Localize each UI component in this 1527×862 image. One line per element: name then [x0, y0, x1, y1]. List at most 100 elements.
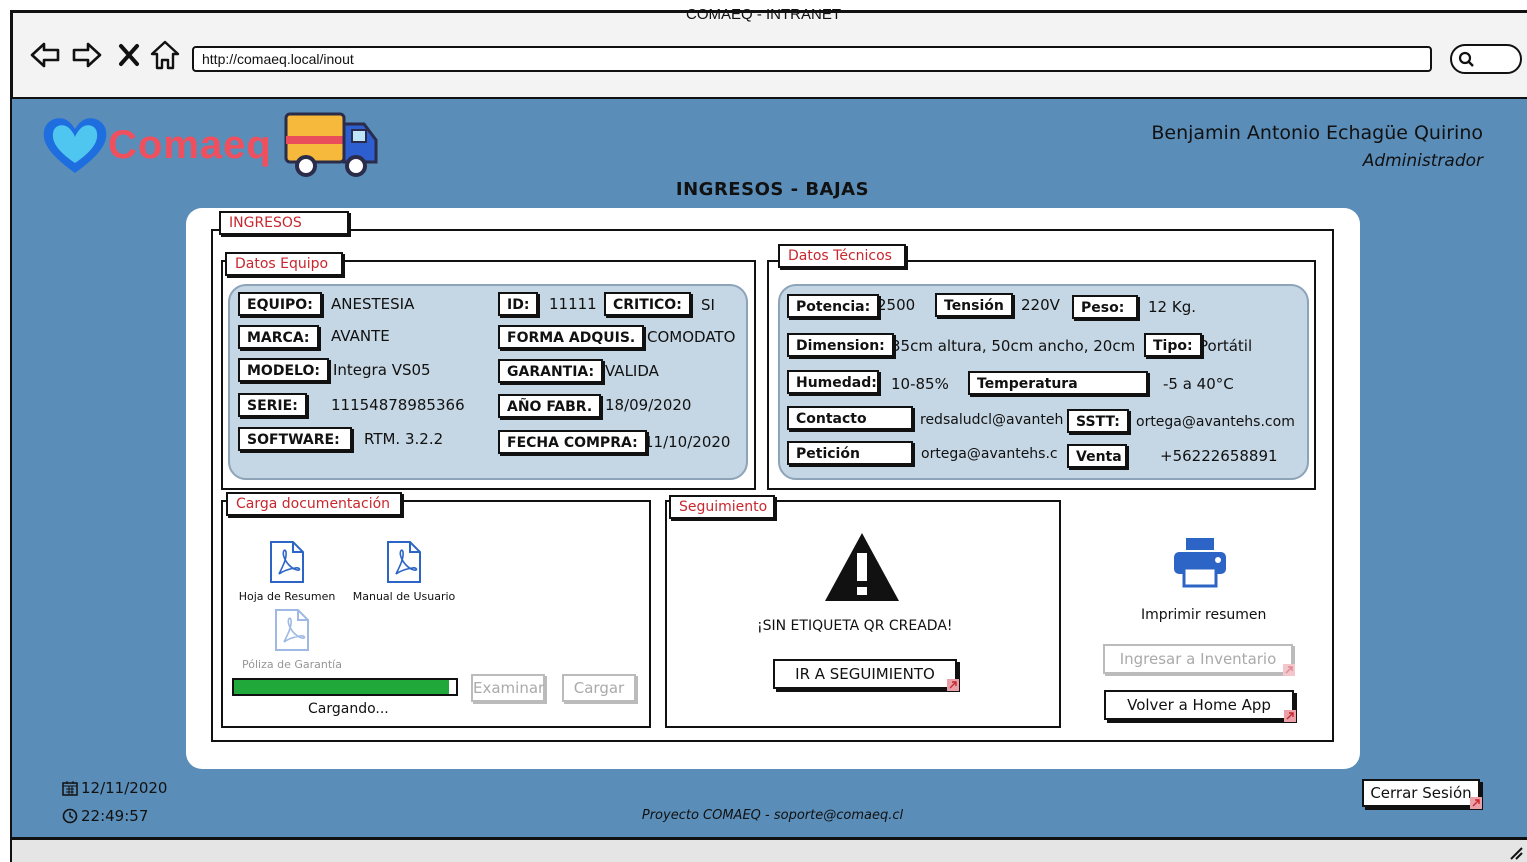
anio-fabr-value: 18/09/2020 [605, 396, 692, 414]
critico-label: CRITICO: [604, 292, 691, 316]
humedad-label: Humedad: [787, 370, 879, 394]
doc-poliza-garantia-label: Póliza de Garantía [242, 658, 342, 671]
truck-logo-icon [284, 112, 378, 177]
peso-label: Peso: [1072, 295, 1138, 319]
stop-icon[interactable] [112, 38, 146, 72]
logo-text: Comaeq [108, 122, 272, 167]
id-label: ID: [498, 292, 539, 316]
equipo-value: ANESTESIA [331, 295, 415, 313]
ingresos-label: INGRESOS [219, 211, 349, 235]
footer-date: 12/11/2020 [62, 779, 167, 797]
link-icon [1284, 710, 1296, 722]
doc-poliza-garantia[interactable]: Póliza de Garantía [240, 608, 344, 671]
doc-manual-usuario-label: Manual de Usuario [352, 590, 456, 603]
back-icon[interactable] [28, 38, 62, 72]
garantia-label: GARANTIA: [498, 359, 604, 383]
volver-home-button[interactable]: Volver a Home App [1104, 690, 1296, 722]
printer-icon[interactable] [1172, 536, 1228, 588]
serie-label: SERIE: [238, 393, 307, 417]
tension-label: Tensión [935, 293, 1013, 317]
tension-value: 220V [1021, 296, 1060, 314]
peticion-value: ortega@avantehs.c [921, 446, 1058, 462]
pdf-icon [270, 541, 304, 583]
status-bar [12, 837, 1527, 862]
tipo-value: Portátil [1199, 337, 1253, 355]
link-icon [1470, 797, 1482, 809]
footer-project: Proyecto COMAEQ - soporte@comaeq.cl [641, 808, 904, 823]
datos-equipo-label: Datos Equipo [225, 252, 343, 276]
upload-progress-fill [234, 680, 450, 694]
sstt-label: SSTT: [1067, 409, 1129, 433]
page-title: INGRESOS - BAJAS [675, 179, 870, 200]
temperatura-value: -5 a 40°C [1163, 375, 1234, 393]
garantia-value: VALIDA [605, 362, 659, 380]
dimension-value: 35cm altura, 50cm ancho, 20cm [891, 337, 1136, 355]
venta-label: Venta [1067, 444, 1127, 468]
modelo-label: MODELO: [238, 358, 329, 382]
venta-value: +56222658891 [1160, 447, 1278, 465]
resize-grip-icon[interactable] [1507, 844, 1523, 860]
url-bar[interactable]: http://comaeq.local/inout [192, 46, 1432, 72]
ingresar-inventario-button[interactable]: Ingresar a Inventario [1103, 644, 1295, 676]
ingresar-inventario-label: Ingresar a Inventario [1119, 650, 1277, 668]
cargar-button[interactable]: Cargar [562, 674, 636, 702]
contacto-label: Contacto [787, 406, 913, 430]
window-title: COMAEQ - INTRANET [685, 6, 841, 23]
link-icon [947, 679, 959, 691]
peso-value: 12 Kg. [1148, 298, 1196, 316]
pdf-icon [387, 541, 421, 583]
contacto-value: redsaludcl@avanteh [920, 412, 1064, 428]
doc-hoja-resumen[interactable]: Hoja de Resumen [236, 540, 338, 603]
calendar-icon [62, 781, 78, 796]
peticion-label: Petición [787, 441, 913, 465]
imprimir-resumen-label[interactable]: Imprimir resumen [1141, 606, 1266, 624]
upload-status: Cargando... [308, 701, 389, 717]
upload-progress-bar [232, 678, 458, 696]
cerrar-sesion-label: Cerrar Sesión [1370, 784, 1472, 802]
sstt-value: ortega@avantehs.com [1136, 414, 1295, 430]
potencia-label: Potencia: [787, 294, 880, 318]
doc-manual-usuario[interactable]: Manual de Usuario [352, 540, 456, 603]
user-name: Benjamin Antonio Echagüe Quirino [1151, 122, 1483, 144]
software-value: RTM. 3.2.2 [364, 430, 444, 448]
link-icon [1283, 664, 1295, 676]
ir-a-seguimiento-label: IR A SEGUIMIENTO [795, 665, 935, 683]
id-value: 11111 [549, 295, 597, 313]
temperatura-label: Temperatura [968, 371, 1148, 395]
carga-documentacion-label: Carga documentación [226, 492, 402, 516]
app-logo: Comaeq [40, 112, 380, 178]
serie-value: 11154878985366 [331, 396, 465, 414]
fecha-compra-value: 11/10/2020 [644, 433, 731, 451]
qr-warning-text: ¡SIN ETIQUETA QR CREADA! [757, 618, 953, 634]
dimension-label: Dimension: [787, 333, 894, 357]
volver-home-label: Volver a Home App [1127, 696, 1271, 714]
humedad-value: 10-85% [891, 375, 949, 393]
forma-adquis-label: FORMA ADQUIS. [498, 325, 645, 349]
potencia-value: 2500 [877, 296, 916, 314]
software-label: SOFTWARE: [238, 427, 352, 451]
footer-date-value: 12/11/2020 [81, 779, 168, 797]
search-icon [1458, 51, 1474, 67]
marca-value: AVANTE [331, 327, 390, 345]
fecha-compra-label: FECHA COMPRA: [498, 430, 647, 454]
pdf-icon [275, 609, 309, 651]
equipo-label: EQUIPO: [238, 292, 322, 316]
seguimiento-label: Seguimiento [669, 495, 775, 519]
tipo-label: Tipo: [1144, 333, 1202, 357]
examinar-button[interactable]: Examinar [471, 674, 545, 702]
marca-label: MARCA: [238, 325, 319, 349]
browser-search-button[interactable] [1450, 44, 1522, 74]
critico-value: SI [701, 296, 715, 314]
cerrar-sesion-button[interactable]: Cerrar Sesión [1362, 779, 1482, 809]
home-icon[interactable] [148, 38, 182, 72]
ir-a-seguimiento-button[interactable]: IR A SEGUIMIENTO [773, 659, 959, 691]
warning-icon [825, 533, 899, 601]
datos-tecnicos-label: Datos Técnicos [778, 244, 906, 268]
modelo-value: Integra VS05 [333, 361, 431, 379]
heart-logo-icon [43, 118, 107, 173]
user-role: Administrador [1362, 151, 1483, 171]
doc-hoja-resumen-label: Hoja de Resumen [238, 590, 336, 603]
anio-fabr-label: AÑO FABR. [498, 394, 602, 418]
forma-adquis-value: COMODATO [647, 328, 736, 346]
forward-icon[interactable] [70, 38, 104, 72]
